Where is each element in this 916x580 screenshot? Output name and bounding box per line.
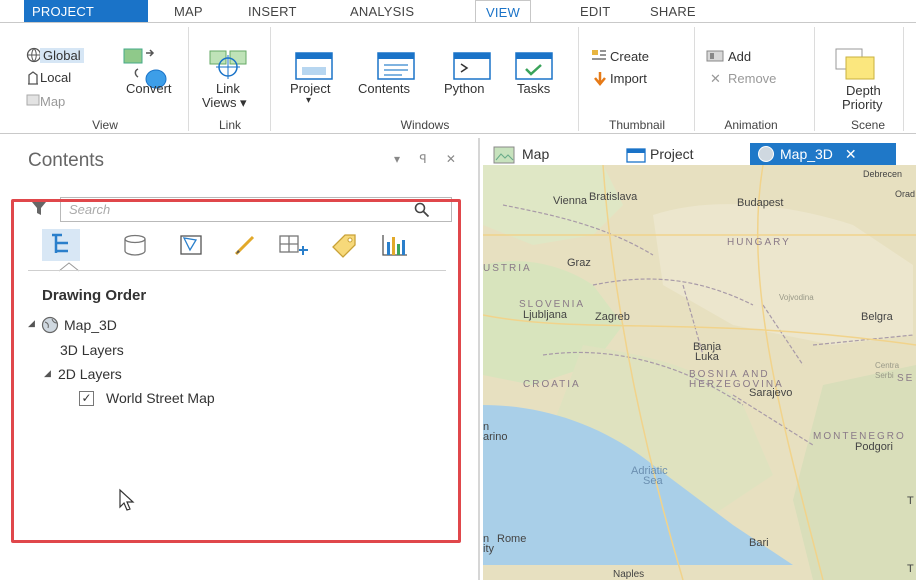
pane-window-controls[interactable]: ▾ ꟼ ✕ (394, 152, 464, 166)
contents-pane-title: Contents (28, 150, 105, 171)
tab-project[interactable]: PROJECT (24, 0, 148, 22)
map-label-graz: Graz (567, 257, 591, 269)
link-views-button[interactable]: Link (216, 81, 240, 96)
separator (903, 27, 904, 131)
local-button[interactable]: Local (40, 70, 71, 85)
map-label-belgrade: Belgra (861, 311, 893, 323)
map-label-croatia: CROATIA (523, 379, 581, 390)
separator (188, 27, 189, 131)
chevron-down-icon[interactable]: ▾ (306, 95, 311, 106)
import-arrow-icon (594, 72, 606, 86)
map-label-san-marino: arino (483, 431, 508, 443)
remove-button[interactable]: Remove (728, 71, 776, 86)
local-scene-icon (28, 71, 38, 85)
add-button[interactable]: Add (728, 49, 751, 64)
map-view-icon (26, 94, 40, 106)
map-label-hungary: HUNGARY (727, 237, 791, 248)
map-label-central-serbia-2: Serbi (875, 371, 894, 380)
tab-share[interactable]: SHARE (650, 0, 696, 22)
remove-x-icon: ✕ (710, 71, 721, 86)
map-label-austria: USTRIA (483, 263, 532, 274)
map-view[interactable]: Vienna Bratislava Budapest HUNGARY USTRI… (483, 165, 916, 580)
map-label-bratislava: Bratislava (589, 191, 638, 203)
map-label-zagreb: Zagreb (595, 311, 630, 323)
project-button[interactable]: Project (290, 81, 330, 96)
globe-icon (758, 146, 774, 162)
contents-button[interactable]: Contents (358, 81, 410, 96)
tab-edit[interactable]: EDIT (580, 0, 610, 22)
depth-priority-button[interactable]: Depth (846, 83, 881, 98)
map-label-debrecen: Debrecen (863, 169, 903, 179)
link-group-label: Link (218, 118, 241, 132)
windows-group-label: Windows (400, 118, 450, 132)
global-button[interactable]: Global (40, 48, 84, 63)
map-button[interactable]: Map (40, 94, 65, 109)
map-label-rome: Rome (497, 533, 527, 545)
ribbon: Global Local Map Convert View Link Views… (0, 22, 916, 134)
link-views-icon (209, 50, 247, 79)
map-label-budapest: Budapest (737, 197, 784, 209)
map-label-sea: Sea (643, 475, 663, 487)
tab-project-view[interactable]: Project (650, 143, 694, 165)
python-window-icon (453, 52, 491, 80)
animation-group-label: Animation (724, 118, 778, 132)
python-button[interactable]: Python (444, 81, 484, 96)
close-icon[interactable]: ✕ (845, 146, 857, 162)
create-thumbnail-icon (592, 50, 606, 60)
map-label-edge-t2: T (907, 563, 914, 575)
project-window-icon (295, 52, 333, 80)
map-label-bari: Bari (749, 537, 769, 549)
map-label-city: ity (483, 543, 494, 555)
scene-group-label: Scene (850, 118, 886, 132)
add-keyframe-icon (706, 50, 724, 62)
ribbon-tab-bar: PROJECT MAP INSERT ANALYSIS VIEW EDIT SH… (0, 0, 916, 22)
tasks-button[interactable]: Tasks (517, 81, 550, 96)
tab-analysis[interactable]: ANALYSIS (350, 0, 414, 22)
map-label-serbia-se: SE (897, 373, 915, 384)
separator (694, 27, 695, 131)
map-label-central-serbia: Centra (875, 361, 900, 370)
map-label-vojvodina: Vojvodina (779, 293, 814, 302)
create-button[interactable]: Create (610, 49, 649, 64)
view-group-label: View (92, 118, 118, 132)
depth-priority-label-2: Priority (842, 97, 883, 112)
tab-map[interactable]: MAP (174, 0, 203, 22)
map-label-oradea: Orad (895, 189, 916, 199)
map-label-edge-t1: T (907, 495, 914, 507)
highlight-box (11, 199, 461, 543)
link-views-dropdown[interactable]: Views ▾ (202, 95, 247, 111)
contents-window-icon (377, 52, 415, 80)
separator (578, 27, 579, 131)
pane-splitter[interactable] (478, 138, 480, 580)
map-label-ljubljana: Ljubljana (523, 309, 568, 321)
tasks-window-icon (515, 52, 553, 80)
map-label-vienna: Vienna (553, 195, 588, 207)
map-tab-icon (493, 146, 515, 164)
map-label-luka: Luka (695, 351, 719, 363)
separator (814, 27, 815, 131)
map-label-sarajevo: Sarajevo (749, 387, 793, 399)
map-label-podgorica: Podgori (855, 441, 893, 453)
tab-map-view[interactable]: Map (522, 143, 549, 165)
depth-priority-icon (835, 48, 875, 80)
tab-insert[interactable]: INSERT (248, 0, 297, 22)
thumbnail-group-label: Thumbnail (608, 118, 666, 132)
convert-button[interactable]: Convert (126, 81, 172, 96)
separator (270, 27, 271, 131)
tab-view[interactable]: VIEW (475, 0, 532, 22)
tab-map-3d-label: Map_3D (780, 146, 833, 162)
tab-map-3d[interactable]: Map_3D ✕ (750, 143, 896, 165)
import-button[interactable]: Import (610, 71, 647, 86)
map-label-naples: Naples (613, 569, 645, 580)
project-tab-icon (626, 148, 646, 163)
